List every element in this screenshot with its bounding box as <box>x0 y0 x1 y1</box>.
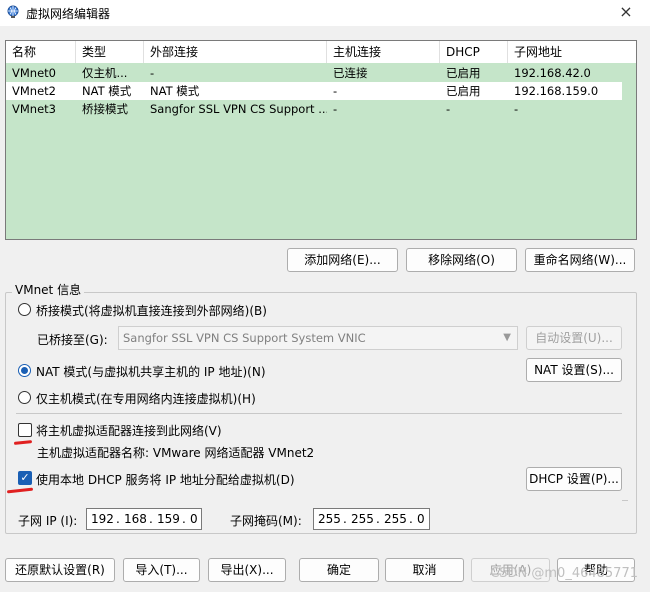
vmnet-info-legend: VMnet 信息 <box>12 281 85 298</box>
cell-name: VMnet3 <box>12 102 56 116</box>
nat-mode-radio[interactable] <box>18 364 31 377</box>
bridged-to-label: 已桥接至(G): <box>37 333 108 347</box>
export-button[interactable]: 导出(X)... <box>208 558 286 582</box>
subnet-ip-input[interactable]: 192 . 168 . 159 . 0 <box>86 508 202 530</box>
watermark: CSDN @m0_46485771 <box>490 566 638 581</box>
close-icon[interactable]: × <box>616 2 636 22</box>
table-row[interactable]: VMnet0 仅主机... - 已连接 已启用 192.168.42.0 <box>6 64 622 82</box>
cell-dhcp: 已启用 <box>446 84 481 98</box>
cell-name: VMnet0 <box>12 66 56 80</box>
column-header-type[interactable]: 类型 <box>76 41 144 63</box>
nat-mode-label[interactable]: NAT 模式(与虚拟机共享主机的 IP 地址)(N) <box>36 363 266 380</box>
bridged-adapter-value: Sangfor SSL VPN CS Support System VNIC <box>123 331 366 345</box>
mask-dot: . <box>343 512 347 526</box>
cell-dhcp: 已启用 <box>446 66 481 80</box>
mask-octet: 0 <box>417 512 425 526</box>
cell-subnet: - <box>514 102 519 116</box>
host-only-mode-label[interactable]: 仅主机模式(在专用网络内连接虚拟机)(H) <box>36 390 256 407</box>
table-row-selected[interactable]: VMnet2 NAT 模式 NAT 模式 - 已启用 192.168.159.0 <box>6 82 622 100</box>
add-network-button[interactable]: 添加网络(E)... <box>287 248 398 272</box>
ip-dot: . <box>149 512 153 526</box>
cancel-button[interactable]: 取消 <box>385 558 464 582</box>
column-header-dhcp[interactable]: DHCP <box>440 41 508 63</box>
cell-external: Sangfor SSL VPN CS Support ... <box>150 102 327 116</box>
cell-type: 桥接模式 <box>82 102 128 116</box>
host-only-mode-radio[interactable] <box>18 391 31 404</box>
window-title: 虚拟网络编辑器 <box>26 7 111 21</box>
table-row[interactable]: VMnet3 桥接模式 Sangfor SSL VPN CS Support .… <box>6 100 622 118</box>
auto-settings-button[interactable]: 自动设置(U)... <box>526 326 622 350</box>
dhcp-settings-button[interactable]: DHCP 设置(P)... <box>526 467 622 491</box>
column-header-subnet[interactable]: 子网地址 <box>508 41 636 63</box>
cell-host: - <box>333 84 338 98</box>
ip-octet: 192 <box>91 512 114 526</box>
subnet-mask-label: 子网掩码(M): <box>230 514 302 528</box>
ip-octet: 0 <box>190 512 198 526</box>
restore-defaults-button[interactable]: 还原默认设置(R) <box>5 558 115 582</box>
table-header: 名称 类型 外部连接 主机连接 DHCP 子网地址 <box>6 41 636 63</box>
cell-type: NAT 模式 <box>82 84 132 98</box>
column-header-external[interactable]: 外部连接 <box>144 41 327 63</box>
cell-dhcp: - <box>446 102 451 116</box>
divider <box>16 413 622 414</box>
import-button[interactable]: 导入(T)... <box>123 558 200 582</box>
bridged-mode-radio[interactable] <box>18 303 31 316</box>
remove-network-button[interactable]: 移除网络(O) <box>406 248 517 272</box>
cell-host: - <box>333 102 338 116</box>
bridged-adapter-select[interactable]: Sangfor SSL VPN CS Support System VNIC ▼ <box>118 326 518 350</box>
cell-host: 已连接 <box>333 66 368 80</box>
subnet-ip-label: 子网 IP (I): <box>18 514 78 528</box>
nat-settings-button[interactable]: NAT 设置(S)... <box>526 358 622 382</box>
cell-type: 仅主机... <box>82 66 128 80</box>
mask-dot: . <box>376 512 380 526</box>
cell-external: - <box>150 66 155 80</box>
network-table[interactable]: 名称 类型 外部连接 主机连接 DHCP 子网地址 VMnet0 仅主机... … <box>5 40 637 240</box>
ok-button[interactable]: 确定 <box>299 558 379 582</box>
mask-octet: 255 <box>318 512 341 526</box>
connect-adapter-checkbox[interactable] <box>18 423 32 437</box>
mask-octet: 255 <box>351 512 374 526</box>
mask-octet: 255 <box>384 512 407 526</box>
ip-octet: 168 <box>124 512 147 526</box>
column-header-host[interactable]: 主机连接 <box>327 41 440 63</box>
cell-subnet: 192.168.42.0 <box>514 66 591 80</box>
subnet-mask-input[interactable]: 255 . 255 . 255 . 0 <box>313 508 430 530</box>
chevron-down-icon: ▼ <box>503 332 511 343</box>
cell-name: VMnet2 <box>12 84 56 98</box>
bridged-mode-label[interactable]: 桥接模式(将虚拟机直接连接到外部网络)(B) <box>36 302 267 319</box>
divider <box>622 500 628 501</box>
cell-external: NAT 模式 <box>150 84 200 98</box>
column-header-name[interactable]: 名称 <box>6 41 76 63</box>
connect-adapter-label[interactable]: 将主机虚拟适配器连接到此网络(V) <box>36 422 222 439</box>
ip-dot: . <box>182 512 186 526</box>
adapter-name-label: 主机虚拟适配器名称: VMware 网络适配器 VMnet2 <box>37 446 315 460</box>
dhcp-label[interactable]: 使用本地 DHCP 服务将 IP 地址分配给虚拟机(D) <box>36 471 295 488</box>
network-globe-icon <box>7 5 19 18</box>
dhcp-checkbox[interactable]: ✓ <box>18 471 32 485</box>
ip-octet: 159 <box>157 512 180 526</box>
cell-subnet: 192.168.159.0 <box>514 84 599 98</box>
rename-network-button[interactable]: 重命名网络(W)... <box>525 248 635 272</box>
mask-dot: . <box>409 512 413 526</box>
ip-dot: . <box>116 512 120 526</box>
